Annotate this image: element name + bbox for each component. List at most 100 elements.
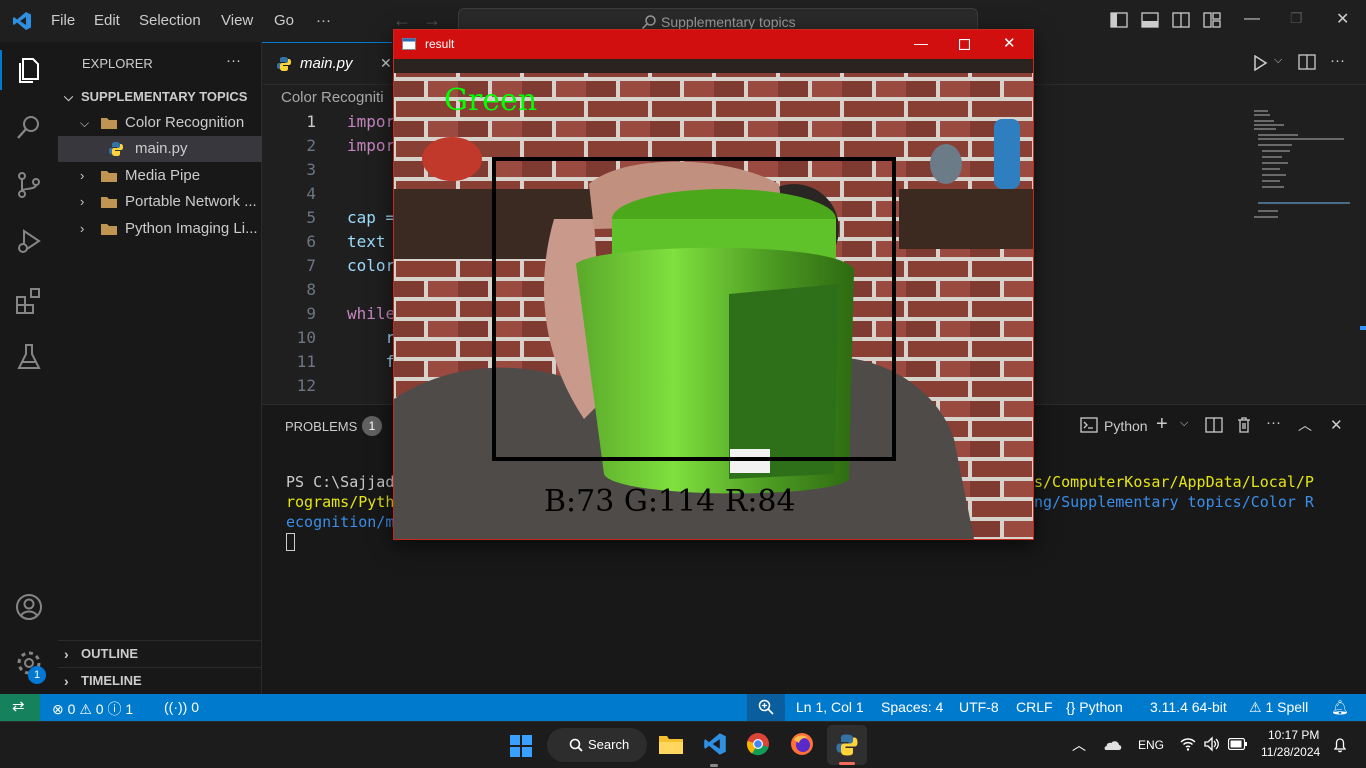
indentation[interactable]: Spaces: 4 xyxy=(881,699,943,715)
onedrive-cloud-icon[interactable] xyxy=(1102,737,1122,751)
run-debug-icon[interactable] xyxy=(14,226,44,256)
cursor-position[interactable]: Ln 1, Col 1 xyxy=(796,699,864,715)
clock-time[interactable]: 10:17 PM xyxy=(1268,728,1319,742)
tree-folder-portable-network[interactable]: › Portable Network ... xyxy=(58,189,262,215)
code-line[interactable]: while xyxy=(347,302,395,326)
code-line[interactable]: impor xyxy=(347,110,395,134)
input-language[interactable]: ENG xyxy=(1138,738,1164,752)
tab-problems[interactable]: PROBLEMS xyxy=(285,419,357,434)
file-explorer-icon[interactable] xyxy=(658,733,684,755)
run-python-icon[interactable] xyxy=(1252,55,1268,71)
windows-start-icon[interactable] xyxy=(509,734,533,758)
wifi-icon[interactable] xyxy=(1180,737,1196,751)
tree-folder-media-pipe[interactable]: › Media Pipe xyxy=(58,163,262,189)
language-mode[interactable]: {} Python xyxy=(1066,699,1123,715)
trash-icon[interactable] xyxy=(1236,416,1252,434)
line-endings[interactable]: CRLF xyxy=(1016,699,1053,715)
line-number: 9 xyxy=(306,304,316,323)
customize-layout-icon[interactable] xyxy=(1203,12,1221,28)
spell-checker[interactable]: ⚠ 1 Spell xyxy=(1249,699,1308,716)
maximize-panel-chevron-up-icon[interactable]: ︿ xyxy=(1298,415,1312,435)
battery-icon[interactable] xyxy=(1228,738,1248,750)
restore-icon[interactable]: ❐ xyxy=(1290,10,1303,27)
new-terminal-plus-icon[interactable]: + xyxy=(1156,413,1168,436)
line-number: 1 xyxy=(306,112,316,131)
code-line[interactable]: impor xyxy=(347,134,395,158)
firefox-icon[interactable] xyxy=(790,732,814,756)
search-icon xyxy=(569,738,583,752)
zoom-indicator[interactable] xyxy=(747,694,785,721)
terminal-name[interactable]: Python xyxy=(1104,418,1148,434)
taskbar: Search ︿ ENG 10:17 PM 11/28/2024 xyxy=(0,721,1366,768)
tab-main-py[interactable]: main.py ✕ xyxy=(262,42,392,84)
tree-folder-color-recognition[interactable]: ⌵ Color Recognition xyxy=(58,110,262,136)
python-interpreter[interactable]: 3.11.4 64-bit xyxy=(1150,699,1227,715)
back-arrow-icon[interactable]: ← xyxy=(393,10,411,31)
notification-bell-icon[interactable] xyxy=(1332,737,1348,753)
testing-icon[interactable] xyxy=(14,342,44,372)
split-terminal-icon[interactable] xyxy=(1205,417,1223,433)
encoding[interactable]: UTF-8 xyxy=(959,699,999,715)
active-app-indicator xyxy=(839,762,855,765)
close-panel-icon[interactable]: ✕ xyxy=(1330,416,1343,434)
explorer-more-icon[interactable]: ··· xyxy=(226,52,241,69)
outline-label: OUTLINE xyxy=(81,646,139,661)
menu-more[interactable]: ··· xyxy=(316,12,331,29)
result-title-bar[interactable]: result — ✕ xyxy=(394,30,1033,59)
workspace-root[interactable]: ⌵ SUPPLEMENTARY TOPICS xyxy=(58,84,262,110)
tree-file-main-py[interactable]: main.py xyxy=(58,136,262,162)
toggle-secondary-sidebar-icon[interactable] xyxy=(1172,12,1190,28)
notifications-bell-icon[interactable]: 🔔︎ xyxy=(1331,699,1349,716)
code-line[interactable]: text xyxy=(347,230,395,254)
result-minimize-icon[interactable]: — xyxy=(914,35,928,51)
taskbar-search[interactable]: Search xyxy=(547,728,647,762)
camera-frame: Green B:73 G:114 R:84 xyxy=(394,59,1033,539)
ports-status[interactable]: ((·)) 0 xyxy=(164,699,199,715)
close-window-icon[interactable]: ✕ xyxy=(1336,9,1349,29)
tree-folder-python-imaging[interactable]: › Python Imaging Li... xyxy=(58,216,262,242)
chevron-down-icon[interactable]: ⌵ xyxy=(1274,54,1282,67)
chrome-icon[interactable] xyxy=(746,732,770,756)
menu-edit[interactable]: Edit xyxy=(94,12,120,29)
problems-status[interactable]: ⊗ 0 ⚠ 0 ⓘ 1 xyxy=(52,699,133,719)
menu-go[interactable]: Go xyxy=(274,12,294,29)
clock-date[interactable]: 11/28/2024 xyxy=(1261,745,1320,759)
minimize-icon[interactable]: — xyxy=(1244,10,1260,28)
code-line[interactable]: f xyxy=(347,350,396,374)
code-line[interactable]: cap = xyxy=(347,206,395,230)
menu-view[interactable]: View xyxy=(221,12,253,29)
toggle-panel-icon[interactable] xyxy=(1141,12,1159,28)
python-app-taskbar-button[interactable] xyxy=(827,725,867,765)
toggle-primary-sidebar-icon[interactable] xyxy=(1110,12,1128,28)
accounts-icon[interactable] xyxy=(14,592,44,622)
line-number: 10 xyxy=(296,328,316,347)
breadcrumb[interactable]: Color Recogniti xyxy=(281,89,384,106)
remote-indicator[interactable]: ⇄ xyxy=(0,694,40,721)
code-line[interactable]: r xyxy=(347,326,396,350)
chevron-down-icon[interactable]: ⌵ xyxy=(1180,417,1188,430)
forward-arrow-icon[interactable]: → xyxy=(423,10,441,31)
split-editor-icon[interactable] xyxy=(1298,54,1316,70)
outline-section[interactable]: › OUTLINE xyxy=(58,641,262,667)
result-maximize-icon[interactable] xyxy=(959,39,970,50)
explorer-icon[interactable] xyxy=(14,54,44,84)
editor-more-icon[interactable]: ··· xyxy=(1330,52,1345,69)
chevron-down-icon: ⌵ xyxy=(80,116,90,130)
source-control-icon[interactable] xyxy=(14,170,44,200)
menu-file[interactable]: File xyxy=(51,12,75,29)
timeline-section[interactable]: › TIMELINE xyxy=(58,668,262,694)
tab-close-icon[interactable]: ✕ xyxy=(380,55,392,72)
extensions-icon[interactable] xyxy=(14,286,44,316)
tray-chevron-up-icon[interactable]: ︿ xyxy=(1072,735,1086,755)
volume-icon[interactable] xyxy=(1203,736,1221,752)
result-window[interactable]: result — ✕ Green B:73 G:114 R:84 xyxy=(393,29,1034,540)
minimap[interactable] xyxy=(1254,110,1354,230)
result-close-icon[interactable]: ✕ xyxy=(1003,34,1016,52)
vscode-logo-icon[interactable] xyxy=(12,11,32,31)
code-line[interactable]: color xyxy=(347,254,395,278)
menu-selection[interactable]: Selection xyxy=(139,12,201,29)
vscode-taskbar-icon[interactable] xyxy=(703,732,727,756)
panel-more-icon[interactable]: ··· xyxy=(1266,414,1281,431)
ports-count: 0 xyxy=(191,699,199,715)
search-view-icon[interactable] xyxy=(14,112,44,142)
